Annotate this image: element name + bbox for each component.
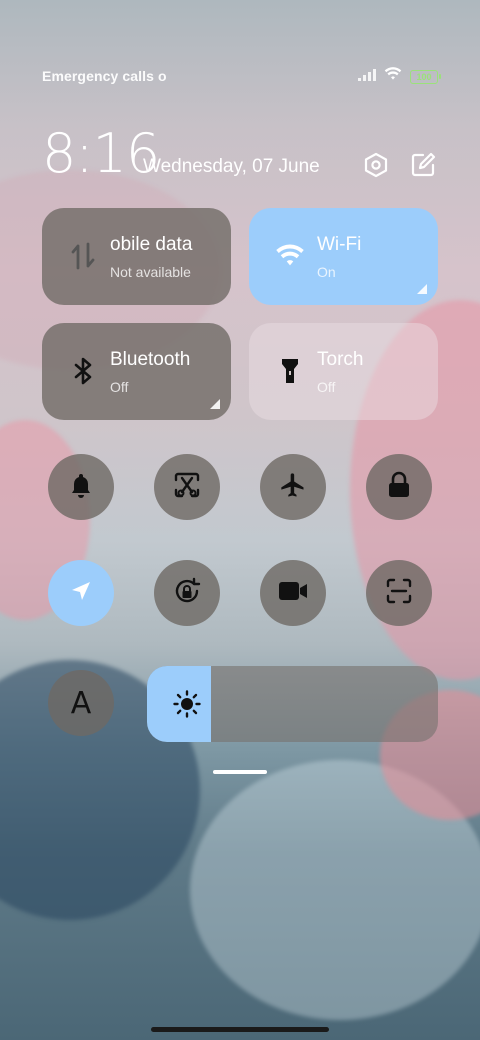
scan-icon [385, 577, 413, 610]
screenshot-toggle[interactable] [154, 454, 220, 520]
location-toggle[interactable] [48, 560, 114, 626]
torch-tile[interactable]: Torch Off [249, 323, 438, 420]
torch-status: Off [317, 379, 336, 395]
wifi-tile[interactable]: Wi-Fi On [249, 208, 438, 305]
status-bar: Emergency calls o 100 [0, 62, 480, 90]
airplane-icon [279, 471, 307, 504]
brightness-slider[interactable] [147, 666, 438, 742]
lock-icon [387, 471, 411, 504]
battery-icon: 100 [410, 69, 441, 84]
signal-icon [358, 68, 376, 86]
bluetooth-status: Off [110, 379, 129, 395]
font-size-toggle[interactable]: A [48, 670, 114, 736]
video-icon [278, 580, 308, 607]
location-icon [69, 579, 93, 608]
settings-icon[interactable] [361, 150, 391, 180]
bell-icon [68, 472, 94, 503]
bluetooth-label: Bluetooth [110, 349, 191, 370]
home-indicator[interactable] [151, 1027, 329, 1032]
clock-time: 8:16 [42, 122, 160, 185]
mobile-data-label: obile data [110, 234, 193, 255]
torch-label: Torch [317, 349, 364, 370]
mobile-data-tile[interactable]: obile data Not available [42, 208, 231, 305]
panel-drag-handle[interactable] [213, 770, 267, 774]
video-toggle[interactable] [260, 560, 326, 626]
edit-icon[interactable] [408, 150, 438, 180]
screenshot-icon [173, 471, 201, 504]
carrier-text: Emergency calls o [42, 68, 167, 84]
bluetooth-icon [68, 355, 98, 387]
airplane-toggle[interactable] [260, 454, 326, 520]
date-text: Wednesday, 07 June [143, 156, 320, 177]
font-size-label: A [70, 685, 92, 721]
ring-toggle[interactable] [48, 454, 114, 520]
wifi-expand-icon[interactable] [417, 284, 427, 294]
wifi-status-icon [384, 67, 402, 86]
rotation-lock-icon [172, 576, 202, 611]
torch-icon [275, 355, 305, 387]
scan-toggle[interactable] [366, 560, 432, 626]
bluetooth-expand-icon[interactable] [210, 399, 220, 409]
bluetooth-tile[interactable]: Bluetooth Off [42, 323, 231, 420]
mobile-data-icon [68, 240, 98, 272]
wifi-icon [275, 240, 305, 272]
sun-icon [173, 690, 201, 718]
wifi-label: Wi-Fi [317, 234, 362, 255]
rotation-lock-toggle[interactable] [154, 560, 220, 626]
wifi-status: On [317, 264, 336, 280]
lock-toggle[interactable] [366, 454, 432, 520]
mobile-data-status: Not available [110, 264, 191, 280]
